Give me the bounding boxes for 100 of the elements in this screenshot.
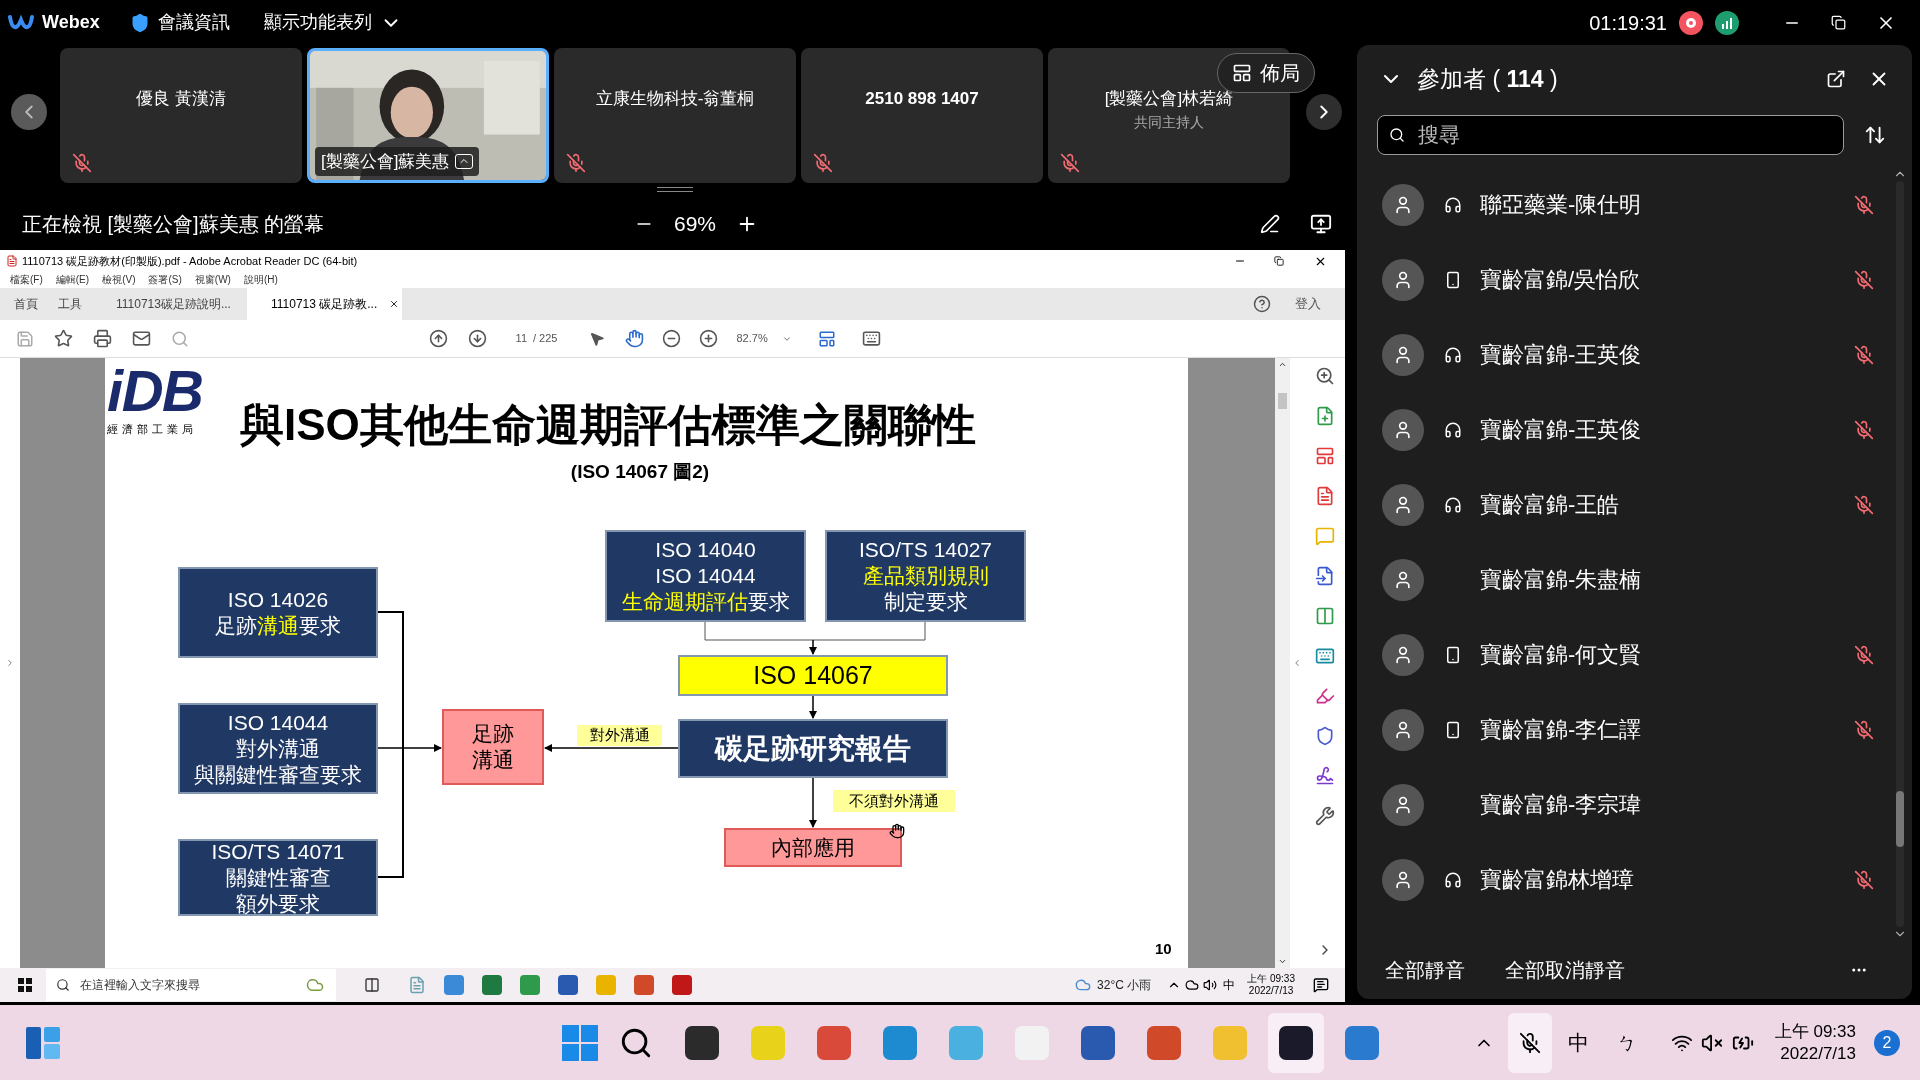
tab[interactable]: 1110713 碳足跡教... xyxy=(247,288,402,320)
sign-in-button[interactable]: 登入 xyxy=(1295,294,1321,314)
unmute-all-button[interactable]: 全部取消靜音 xyxy=(1497,955,1633,985)
search-field[interactable]: 在這裡輸入文字來搜尋 xyxy=(46,969,336,1001)
speaker-icon[interactable] xyxy=(1203,978,1218,992)
scroll-up-icon[interactable] xyxy=(1278,360,1287,369)
task-view-icon[interactable] xyxy=(364,977,380,993)
participant-row[interactable]: 聯亞藥業-陳仕明 xyxy=(1357,167,1892,242)
close-tab-icon[interactable] xyxy=(389,299,400,309)
ime-mode[interactable]: ㄅ xyxy=(1616,1027,1637,1058)
widgets-icon[interactable] xyxy=(26,1026,60,1059)
next-page-icon[interactable] xyxy=(468,329,487,348)
search-field[interactable]: 搜尋 xyxy=(1377,115,1844,155)
menu-item[interactable]: 說明(H) xyxy=(243,274,278,286)
participant-tile[interactable]: 優良 黃漢清 xyxy=(60,48,302,183)
menu-item[interactable]: 檔案(F) xyxy=(10,274,43,286)
page-number: 10 xyxy=(1155,939,1172,959)
tab[interactable]: 1110713碳足跡說明... xyxy=(92,288,247,320)
notification-badge[interactable]: 2 xyxy=(1874,1029,1900,1056)
clock-time: 上午 09:33 xyxy=(1247,973,1295,985)
mail-icon[interactable] xyxy=(132,329,151,348)
participant-row[interactable]: 寶齡富錦-朱盡楠 xyxy=(1357,542,1892,617)
cloud-icon[interactable] xyxy=(1185,978,1200,992)
tab[interactable]: 首頁 xyxy=(4,288,48,320)
annotate-icon[interactable] xyxy=(1260,213,1280,234)
participant-row[interactable]: 寶齡富錦-何文賢 xyxy=(1357,617,1892,692)
expand-icon[interactable] xyxy=(5,658,15,668)
muted-mic-icon[interactable] xyxy=(1854,644,1874,665)
wrench-icon[interactable] xyxy=(1314,806,1335,826)
sign-icon[interactable] xyxy=(1314,766,1335,786)
ime-indicator[interactable]: 中 xyxy=(1223,976,1236,994)
sort-icon[interactable] xyxy=(1864,124,1886,146)
muted-mic-icon[interactable] xyxy=(1854,419,1874,440)
muted-mic-icon[interactable] xyxy=(1854,719,1874,740)
acrobat-icon[interactable] xyxy=(672,975,692,995)
fit-page-icon[interactable] xyxy=(818,329,837,348)
resize-handle[interactable] xyxy=(657,187,693,192)
excel-icon[interactable] xyxy=(482,975,502,995)
webex-icon[interactable] xyxy=(1268,1012,1324,1073)
screen-icon[interactable] xyxy=(1310,212,1332,235)
scroll-thumb[interactable] xyxy=(1896,791,1904,847)
previous-button[interactable] xyxy=(11,94,47,130)
word-icon[interactable] xyxy=(558,975,578,995)
muted-mic-icon[interactable] xyxy=(1854,194,1874,215)
notification-icon[interactable] xyxy=(1313,977,1329,993)
participant-row[interactable]: 寶齡富錦-王皓 xyxy=(1357,467,1892,542)
restore-icon[interactable] xyxy=(1274,256,1284,266)
select-cursor-icon[interactable] xyxy=(589,330,606,347)
menu-item[interactable]: 簽署(S) xyxy=(148,274,182,286)
start-icon[interactable] xyxy=(18,978,32,992)
star-icon[interactable] xyxy=(54,329,73,348)
scrollbar[interactable] xyxy=(1275,358,1290,968)
zoom-icon[interactable] xyxy=(1314,366,1335,386)
keyboard-icon[interactable] xyxy=(862,329,882,348)
participant-row[interactable]: 寶齡富錦-李仁譯 xyxy=(1357,692,1892,767)
scan-icon[interactable] xyxy=(1314,646,1335,666)
tab[interactable]: 工具 xyxy=(48,288,92,320)
participant-row[interactable]: 寶齡富錦-王英俊 xyxy=(1357,317,1892,392)
menu-item[interactable]: 檢視(V) xyxy=(102,274,136,286)
participant-row[interactable]: 寶齡富錦/吳怡欣 xyxy=(1357,242,1892,317)
logo-caption: 經濟部工業局 xyxy=(107,422,197,437)
zoom-dropdown[interactable]: 82.7% xyxy=(736,330,793,347)
muted-mic-icon[interactable] xyxy=(1854,269,1874,290)
menu-item[interactable]: 編輯(E) xyxy=(55,274,90,286)
muted-mic-icon[interactable] xyxy=(1854,869,1874,890)
print-icon[interactable] xyxy=(93,329,112,348)
participant-row[interactable]: 寶齡富錦林增璋 xyxy=(1357,842,1892,917)
participant-row[interactable]: 寶齡富錦-李宗瑋 xyxy=(1357,767,1892,842)
help-icon[interactable] xyxy=(1253,295,1271,313)
columns-icon[interactable] xyxy=(1314,606,1335,626)
previous-page-icon[interactable] xyxy=(429,329,448,348)
participant-tile[interactable]: [製藥公會]蘇美惠 xyxy=(307,48,549,183)
hand-tool-icon[interactable] xyxy=(625,329,645,348)
participant-tile[interactable]: 2510 898 1407 xyxy=(801,48,1043,183)
start-icon[interactable] xyxy=(562,1024,598,1061)
scroll-thumb[interactable] xyxy=(1278,393,1287,409)
muted-mic-icon[interactable] xyxy=(1854,494,1874,515)
ime-indicator[interactable]: 中 xyxy=(1567,1026,1589,1059)
menu-item[interactable]: 視窗(W) xyxy=(194,274,231,286)
pop-out-icon[interactable] xyxy=(1826,69,1846,89)
participant-tile[interactable]: 立康生物科技-翁董桐 xyxy=(554,48,796,183)
restore-icon[interactable] xyxy=(1831,15,1846,30)
powerpoint-icon[interactable] xyxy=(634,975,654,995)
export-icon[interactable] xyxy=(1314,566,1335,586)
muted-mic-icon[interactable] xyxy=(1854,344,1874,365)
next-button[interactable] xyxy=(1306,94,1342,130)
participant-name: 寶齡富錦-李仁譯 xyxy=(1480,716,1642,744)
avatar-icon xyxy=(1382,333,1424,376)
connector-line xyxy=(809,639,817,655)
layout-icon[interactable] xyxy=(1314,446,1335,466)
microphone-muted-icon[interactable] xyxy=(1518,1031,1541,1054)
mute-all-button[interactable]: 全部靜音 xyxy=(1377,955,1473,985)
highlighter-icon[interactable] xyxy=(1314,686,1335,706)
page-field[interactable]: 11 xyxy=(507,330,527,347)
show-menu-button[interactable]: 顯示功能表列 xyxy=(263,9,402,36)
zoom-in-icon[interactable] xyxy=(699,329,719,348)
zoom-out-icon[interactable] xyxy=(662,329,682,348)
scroll-down-icon[interactable] xyxy=(1278,957,1287,966)
meeting-info-button[interactable]: 會議資訊 xyxy=(129,9,230,36)
participant-row[interactable]: 寶齡富錦-王英俊 xyxy=(1357,392,1892,467)
